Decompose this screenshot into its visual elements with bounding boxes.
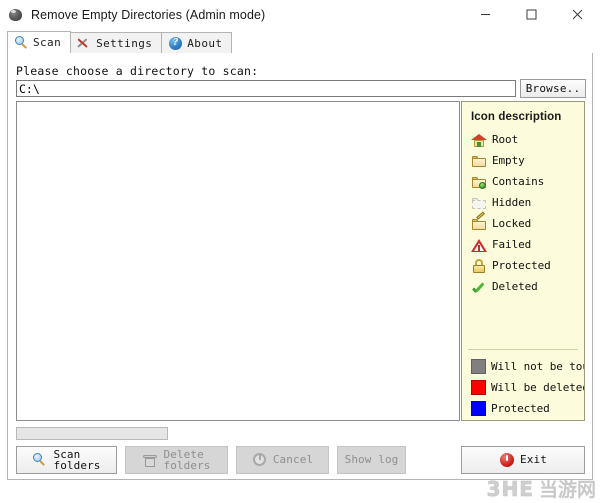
legend-item-deleted: Deleted — [462, 276, 584, 297]
red-swatch — [471, 380, 486, 395]
power-icon — [499, 452, 516, 469]
gray-swatch — [471, 359, 486, 374]
legend-title: Icon description — [471, 111, 562, 123]
tab-about[interactable]: ? About — [161, 32, 233, 53]
tab-strip: Scan Settings ? About — [7, 31, 593, 54]
legend-item-empty: Empty — [462, 150, 584, 171]
title-bar: Remove Empty Directories (Admin mode) — [0, 0, 600, 29]
legend-color-protected: Protected — [462, 398, 584, 419]
legend-item-contains: Contains — [462, 171, 584, 192]
legend-color-label-protected: Protected — [491, 402, 550, 415]
legend-item-protected: Protected — [462, 255, 584, 276]
legend-item-failed: Failed — [462, 234, 584, 255]
legend-label-root: Root — [492, 133, 519, 146]
padlock-icon — [471, 258, 487, 274]
legend-label-deleted: Deleted — [492, 280, 538, 293]
close-icon[interactable] — [554, 0, 600, 29]
warning-triangle-icon — [471, 237, 487, 253]
magnifier-icon — [32, 452, 49, 469]
cancel-icon — [252, 452, 269, 469]
tab-settings-label: Settings — [96, 36, 153, 50]
tab-settings[interactable]: Settings — [70, 32, 163, 53]
legend-label-empty: Empty — [492, 154, 525, 167]
minimize-icon[interactable] — [462, 0, 508, 29]
delete-folders-button[interactable]: Delete folders — [125, 446, 228, 474]
scan-folders-label: Scan folders — [53, 447, 101, 472]
house-root-icon — [471, 132, 487, 148]
legend-item-hidden: Hidden — [462, 192, 584, 213]
legend-color-label-not-touched: Will not be touched — [491, 360, 584, 373]
directory-tree-view[interactable] — [16, 101, 460, 421]
cancel-button[interactable]: Cancel — [236, 446, 329, 474]
tools-icon — [77, 36, 92, 51]
action-button-row: Scan folders Delete folders Cancel Show … — [8, 446, 594, 480]
blue-swatch — [471, 401, 486, 416]
legend-divider — [468, 349, 578, 350]
tab-scan-label: Scan — [33, 36, 62, 49]
tab-scan[interactable]: Scan — [7, 31, 72, 53]
directory-input[interactable] — [16, 80, 516, 97]
legend-label-contains: Contains — [492, 175, 545, 188]
legend-color-deleted: Will be deleted — [462, 377, 584, 398]
legend-label-locked: Locked — [492, 217, 532, 230]
app-window: Remove Empty Directories (Admin mode) Sc… — [0, 0, 600, 503]
exit-button[interactable]: Exit — [461, 446, 585, 474]
trash-icon — [142, 452, 159, 469]
icon-description-panel: Icon description Root Empty Contains Hid… — [461, 101, 585, 421]
folder-empty-icon — [471, 153, 487, 169]
show-log-button[interactable]: Show log — [337, 446, 406, 474]
legend-color-not-touched: Will not be touched — [462, 356, 584, 377]
green-check-icon — [471, 279, 487, 295]
scan-folders-button[interactable]: Scan folders — [16, 446, 117, 474]
cancel-label: Cancel — [272, 453, 314, 467]
magnifier-icon — [14, 35, 29, 50]
scan-progress-bar — [16, 427, 168, 440]
folder-hidden-icon — [471, 195, 487, 211]
app-disc-icon — [8, 7, 24, 23]
scan-panel: Please choose a directory to scan: Brows… — [7, 53, 593, 480]
tab-about-label: About — [187, 36, 223, 50]
folder-contains-icon — [471, 174, 487, 190]
legend-label-failed: Failed — [492, 238, 532, 251]
legend-label-hidden: Hidden — [492, 196, 532, 209]
folder-locked-icon — [471, 211, 487, 232]
browse-button[interactable]: Browse.. — [520, 79, 586, 98]
legend-label-protected: Protected — [492, 259, 551, 272]
window-controls — [462, 0, 600, 29]
legend-color-list: Will not be touched Will be deleted Prot… — [462, 356, 584, 419]
directory-label: Please choose a directory to scan: — [16, 64, 259, 78]
delete-folders-label: Delete folders — [163, 447, 211, 472]
question-circle-icon: ? — [168, 36, 183, 51]
watermark-latin: 3HE — [486, 476, 534, 501]
legend-color-label-deleted: Will be deleted — [491, 381, 585, 394]
show-log-label: Show log — [344, 453, 399, 467]
maximize-icon[interactable] — [508, 0, 554, 29]
legend-item-root: Root — [462, 129, 584, 150]
window-title: Remove Empty Directories (Admin mode) — [31, 7, 266, 22]
legend-item-locked: Locked — [462, 211, 584, 234]
exit-label: Exit — [520, 453, 547, 467]
